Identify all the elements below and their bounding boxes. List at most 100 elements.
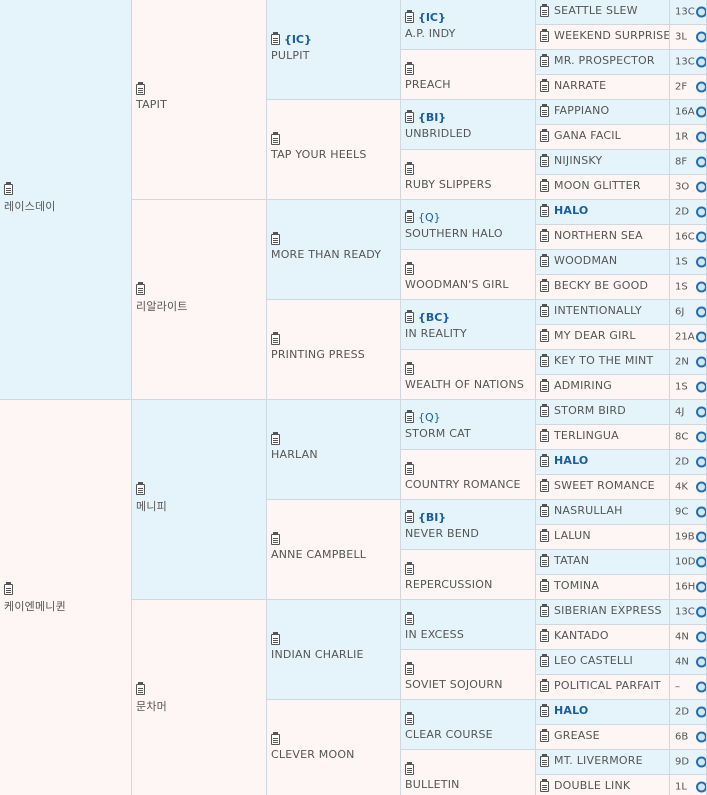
clipboard-icon[interactable] — [271, 531, 280, 545]
clipboard-icon[interactable] — [540, 478, 549, 492]
horse-entry[interactable]: TAP YOUR HEELS — [271, 131, 367, 161]
horse-entry[interactable]: {IC} A.P. INDY — [405, 9, 456, 40]
clipboard-icon[interactable] — [540, 253, 549, 267]
magnifier-icon[interactable] — [696, 306, 706, 318]
clipboard-icon[interactable] — [271, 231, 280, 245]
horse-name[interactable]: PULPIT — [271, 49, 312, 62]
clipboard-icon[interactable] — [540, 753, 549, 767]
clipboard-icon[interactable] — [136, 681, 145, 695]
horse-entry[interactable]: GANA FACIL — [540, 128, 621, 142]
horse-name[interactable]: MR. PROSPECTOR — [554, 54, 655, 67]
clipboard-icon[interactable] — [540, 28, 549, 42]
clipboard-icon[interactable] — [540, 728, 549, 742]
horse-name[interactable]: INTENTIONALLY — [554, 304, 642, 317]
clipboard-icon[interactable] — [540, 153, 549, 167]
clipboard-icon[interactable] — [540, 778, 549, 792]
clipboard-icon[interactable] — [540, 353, 549, 367]
horse-entry[interactable]: MY DEAR GIRL — [540, 328, 636, 342]
magnifier-icon[interactable] — [696, 581, 706, 593]
magnifier-icon[interactable] — [696, 81, 706, 93]
horse-name[interactable]: HALO — [554, 704, 589, 717]
clipboard-icon[interactable] — [4, 181, 13, 195]
horse-entry[interactable]: IN EXCESS — [405, 611, 464, 641]
clipboard-icon[interactable] — [540, 628, 549, 642]
horse-entry[interactable]: PREACH — [405, 61, 451, 91]
horse-entry[interactable]: {BI} NEVER BEND — [405, 509, 479, 540]
magnifier-icon[interactable] — [696, 431, 706, 443]
horse-entry[interactable]: PRINTING PRESS — [271, 331, 365, 361]
horse-name[interactable]: UNBRIDLED — [405, 127, 472, 140]
clipboard-icon[interactable] — [405, 461, 414, 475]
horse-name[interactable]: KEY TO THE MINT — [554, 354, 653, 367]
clipboard-icon[interactable] — [540, 553, 549, 567]
clipboard-icon[interactable] — [540, 203, 549, 217]
horse-name[interactable]: WEEKEND SURPRISE — [554, 29, 669, 42]
horse-entry[interactable]: STORM BIRD — [540, 403, 626, 417]
horse-entry[interactable]: MT. LIVERMORE — [540, 753, 643, 767]
horse-name[interactable]: TERLINGUA — [554, 429, 619, 442]
horse-name[interactable]: 리알라이트 — [136, 298, 188, 314]
clipboard-icon[interactable] — [540, 428, 549, 442]
horse-entry[interactable]: DOUBLE LINK — [540, 778, 630, 792]
horse-name[interactable]: PREACH — [405, 78, 451, 91]
clipboard-icon[interactable] — [405, 161, 414, 175]
clipboard-icon[interactable] — [136, 281, 145, 295]
horse-name[interactable]: POLITICAL PARFAIT — [554, 679, 661, 692]
clipboard-icon[interactable] — [405, 509, 414, 523]
horse-entry[interactable]: NIJINSKY — [540, 153, 602, 167]
clipboard-icon[interactable] — [405, 661, 414, 675]
clipboard-icon[interactable] — [405, 61, 414, 75]
magnifier-icon[interactable] — [696, 756, 706, 768]
magnifier-icon[interactable] — [696, 781, 706, 793]
clipboard-icon[interactable] — [405, 9, 414, 23]
horse-entry[interactable]: BULLETIN — [405, 761, 460, 791]
magnifier-icon[interactable] — [696, 406, 706, 418]
horse-name[interactable]: NEVER BEND — [405, 527, 479, 540]
clipboard-icon[interactable] — [405, 361, 414, 375]
clipboard-icon[interactable] — [271, 131, 280, 145]
clipboard-icon[interactable] — [540, 53, 549, 67]
horse-name[interactable]: 케이엔메니퀸 — [4, 598, 66, 614]
magnifier-icon[interactable] — [696, 31, 706, 43]
horse-name[interactable]: 레이스데이 — [4, 198, 56, 214]
magnifier-icon[interactable] — [696, 681, 706, 693]
horse-name[interactable]: COUNTRY ROMANCE — [405, 478, 521, 491]
horse-name[interactable]: WOODMAN — [554, 254, 617, 267]
horse-entry[interactable]: NARRATE — [540, 78, 606, 92]
horse-entry[interactable]: 메니피 — [136, 481, 167, 514]
horse-name[interactable]: TAPIT — [136, 98, 167, 111]
horse-entry[interactable]: SOVIET SOJOURN — [405, 661, 503, 691]
clipboard-icon[interactable] — [271, 431, 280, 445]
horse-entry[interactable]: WOODMAN'S GIRL — [405, 261, 509, 291]
clipboard-icon[interactable] — [540, 328, 549, 342]
horse-entry[interactable]: WEALTH OF NATIONS — [405, 361, 524, 391]
horse-entry[interactable]: REPERCUSSION — [405, 561, 493, 591]
clipboard-icon[interactable] — [540, 528, 549, 542]
clipboard-icon[interactable] — [405, 761, 414, 775]
horse-name[interactable]: NASRULLAH — [554, 504, 623, 517]
horse-entry[interactable]: 문차머 — [136, 681, 167, 714]
horse-name[interactable]: KANTADO — [554, 629, 609, 642]
horse-name[interactable]: GANA FACIL — [554, 129, 621, 142]
horse-entry[interactable]: ADMIRING — [540, 378, 612, 392]
magnifier-icon[interactable] — [696, 706, 706, 718]
horse-entry[interactable]: {BI} UNBRIDLED — [405, 109, 472, 140]
magnifier-icon[interactable] — [696, 331, 706, 343]
horse-name[interactable]: TATAN — [554, 554, 589, 567]
horse-entry[interactable]: CLEVER MOON — [271, 731, 355, 761]
horse-name[interactable]: IN EXCESS — [405, 628, 464, 641]
horse-entry[interactable]: 레이스데이 — [4, 181, 56, 214]
horse-entry[interactable]: KANTADO — [540, 628, 609, 642]
magnifier-icon[interactable] — [696, 231, 706, 243]
magnifier-icon[interactable] — [696, 631, 706, 643]
clipboard-icon[interactable] — [271, 31, 280, 45]
horse-entry[interactable]: CLEAR COURSE — [405, 711, 493, 741]
horse-entry[interactable]: TOMINA — [540, 578, 599, 592]
clipboard-icon[interactable] — [540, 128, 549, 142]
horse-entry[interactable]: LEO CASTELLI — [540, 653, 633, 667]
horse-name[interactable]: REPERCUSSION — [405, 578, 493, 591]
magnifier-icon[interactable] — [696, 281, 706, 293]
clipboard-icon[interactable] — [405, 561, 414, 575]
horse-name[interactable]: GREASE — [554, 729, 600, 742]
horse-name[interactable]: 메니피 — [136, 498, 167, 514]
